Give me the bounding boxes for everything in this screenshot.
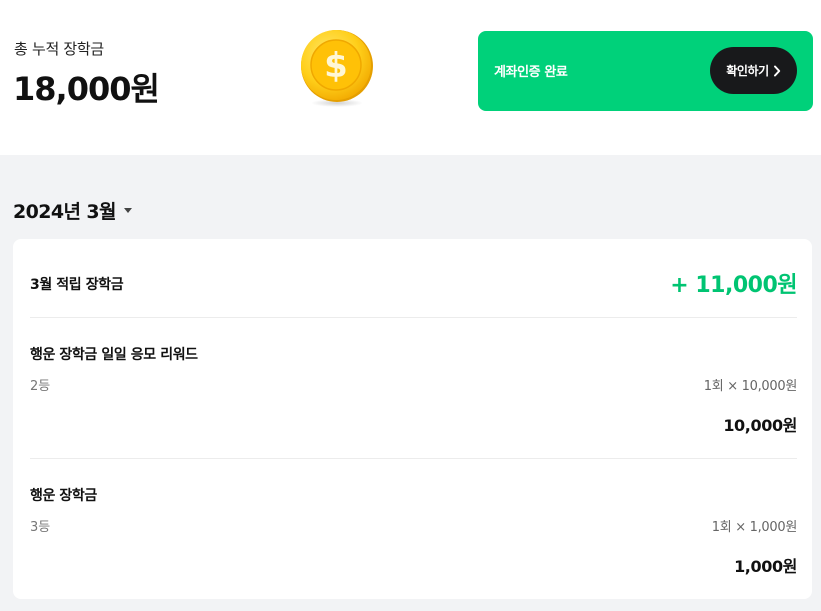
monthly-summary-value: + 11,000원 [670, 273, 797, 298]
reward-item: 행운 장학금 3등 1회 × 1,000원 1,000원 [30, 459, 797, 599]
monthly-summary-label: 3월 적립 장학금 [30, 277, 124, 293]
total-scholarship-label: 총 누적 장학금 [14, 40, 104, 58]
confirm-button[interactable]: 확인하기 [710, 47, 797, 94]
account-verified-banner: 계좌인증 완료 확인하기 [478, 31, 813, 111]
confirm-button-label: 확인하기 [726, 64, 769, 78]
reward-total: 10,000원 [723, 416, 797, 435]
reward-total: 1,000원 [734, 557, 797, 576]
scholarship-history-card: 3월 적립 장학금 + 11,000원 행운 장학금 일일 응모 리워드 2등 … [13, 239, 812, 599]
summary-header: 총 누적 장학금 18,000원 $ 계좌인증 완료 확인하기 [0, 0, 821, 155]
reward-rank: 2등 [30, 379, 51, 394]
svg-text:$: $ [324, 46, 348, 86]
monthly-summary-row: 3월 적립 장학금 + 11,000원 [30, 239, 797, 318]
reward-item: 행운 장학금 일일 응모 리워드 2등 1회 × 10,000원 10,000원 [30, 318, 797, 459]
total-scholarship-amount: 18,000원 [13, 70, 160, 108]
month-selector[interactable]: 2024년 3월 [13, 197, 132, 223]
month-selector-label: 2024년 3월 [13, 200, 116, 223]
reward-calculation: 1회 × 1,000원 [711, 520, 798, 535]
reward-title: 행운 장학금 일일 응모 리워드 [30, 347, 198, 363]
caret-down-icon [123, 207, 132, 213]
reward-rank: 3등 [30, 520, 51, 535]
dollar-coin-icon: $ [301, 30, 373, 107]
reward-title: 행운 장학금 [30, 488, 97, 504]
account-verified-text: 계좌인증 완료 [494, 65, 568, 80]
chevron-right-icon [773, 65, 780, 76]
reward-calculation: 1회 × 10,000원 [703, 379, 798, 394]
